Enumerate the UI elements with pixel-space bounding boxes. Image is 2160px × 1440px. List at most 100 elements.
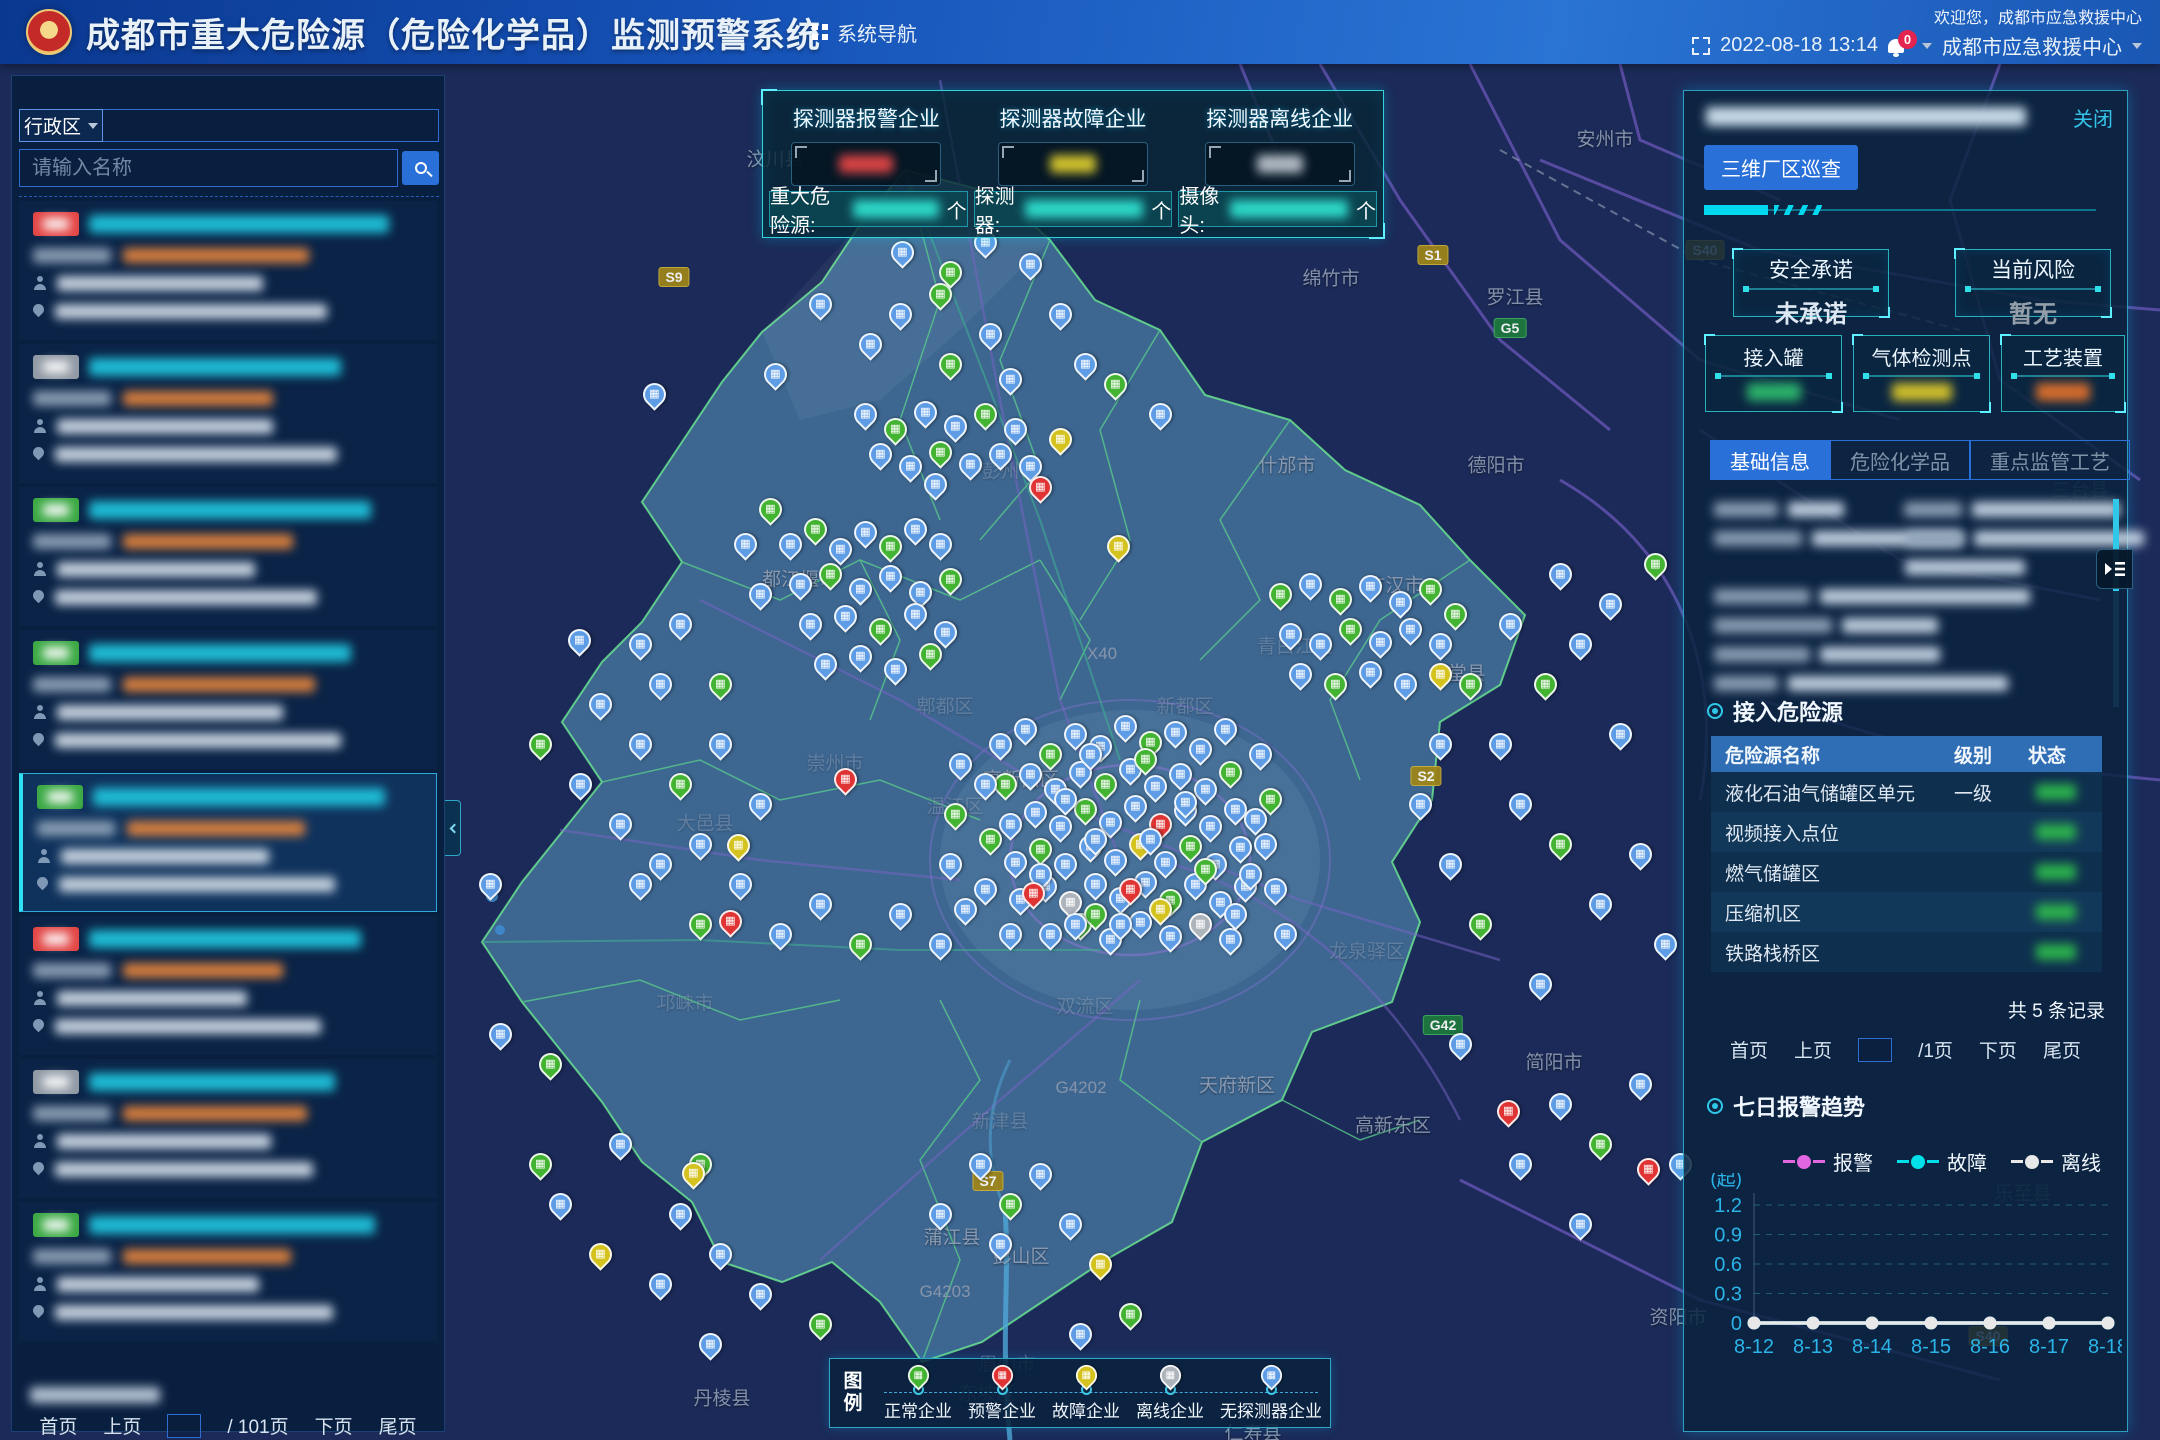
building-icon: ▦ <box>950 809 960 820</box>
legend-item: ▦ 无探测器企业 <box>1220 1364 1322 1422</box>
building-icon: ▦ <box>1080 804 1090 815</box>
building-icon: ▦ <box>815 1319 825 1330</box>
building-icon: ▦ <box>1195 744 1205 755</box>
hazard-row[interactable]: 液化石油气储罐区单元一级 <box>1711 772 2102 812</box>
radio-bullet-icon <box>1707 1098 1723 1114</box>
3d-patrol-button[interactable]: 三维厂区巡查 <box>1704 145 1858 190</box>
map-label: 新津县 <box>971 1107 1028 1134</box>
search-icon <box>415 162 427 174</box>
chart-legend-item[interactable]: 离线 <box>2011 1147 2101 1176</box>
panel-expand-button[interactable] <box>2096 549 2133 589</box>
building-icon: ▦ <box>495 1029 505 1040</box>
panel-pagination: 首页 上页 /1页 下页 尾页 <box>1684 1036 2127 1063</box>
region-select[interactable]: 行政区 <box>19 109 103 142</box>
company-card[interactable] <box>19 916 437 1055</box>
hazard-table-header: 危险源名称 级别 状态 <box>1711 736 2102 772</box>
chevron-down-icon[interactable] <box>1922 43 1932 49</box>
company-card[interactable] <box>19 630 437 769</box>
sidebar-collapse-tab[interactable] <box>445 800 461 856</box>
page-input[interactable] <box>1858 1038 1892 1062</box>
user-name[interactable]: 成都市应急救援中心 <box>1942 31 2122 60</box>
building-icon: ▦ <box>1400 679 1410 690</box>
header-right: 欢迎您，成都市应急救援中心 2022-08-18 13:14 0 成都市应急救援… <box>1692 4 2142 60</box>
building-icon: ▦ <box>1090 909 1100 920</box>
svg-text:8-12: 8-12 <box>1734 1336 1774 1358</box>
page-prev[interactable]: 上页 <box>103 1412 141 1439</box>
building-icon: ▦ <box>935 1209 945 1220</box>
building-icon: ▦ <box>1130 801 1140 812</box>
building-icon: ▦ <box>840 611 850 622</box>
location-icon <box>33 304 45 319</box>
tab-0[interactable]: 基础信息 <box>1710 440 1830 480</box>
page-last[interactable]: 尾页 <box>379 1412 417 1439</box>
close-button[interactable]: 关闭 <box>2073 103 2113 132</box>
building-icon: ▦ <box>1260 839 1270 850</box>
building-icon: ▦ <box>1245 869 1255 880</box>
building-icon: ▦ <box>733 840 743 851</box>
page-next[interactable]: 下页 <box>1979 1036 2017 1063</box>
building-icon: ▦ <box>1555 839 1565 850</box>
hazard-row[interactable]: 压缩机区 <box>1711 892 2102 932</box>
tab-2[interactable]: 重点监管工艺 <box>1970 440 2130 480</box>
building-icon: ▦ <box>1200 864 1210 875</box>
legend-title: 图 例 <box>830 1371 876 1415</box>
map-label: 什邡市 <box>1258 451 1315 478</box>
building-icon: ▦ <box>1505 619 1515 630</box>
hazard-row[interactable]: 燃气储罐区 <box>1711 852 2102 892</box>
building-icon: ▦ <box>615 819 625 830</box>
record-count: 共 5 条记录 <box>2008 996 2105 1023</box>
fullscreen-icon[interactable] <box>1692 37 1710 55</box>
hazard-row[interactable]: 铁路栈桥区 <box>1711 932 2102 972</box>
page-total: /1页 <box>1918 1036 1953 1063</box>
search-button[interactable] <box>402 151 439 185</box>
company-card[interactable] <box>19 1059 437 1198</box>
hazard-row[interactable]: 视频接入点位 <box>1711 812 2102 852</box>
building-icon: ▦ <box>925 649 935 660</box>
mini-stat-2: 工艺装置 <box>2001 335 2125 412</box>
bell-icon[interactable]: 0 <box>1888 39 1904 53</box>
company-card[interactable] <box>19 344 437 483</box>
company-card[interactable] <box>19 773 437 912</box>
page-input[interactable] <box>167 1414 201 1438</box>
road-shield: S2 <box>1410 766 1441 786</box>
page-last[interactable]: 尾页 <box>2043 1036 2081 1063</box>
page-title: 成都市重大危险源（危险化学品）监测预警系统 <box>86 8 821 57</box>
divider <box>1966 288 2100 290</box>
building-icon: ▦ <box>920 407 930 418</box>
svg-text:8-14: 8-14 <box>1852 1336 1892 1358</box>
building-icon: ▦ <box>725 916 735 927</box>
legend-item: ▦ 正常企业 <box>884 1364 952 1422</box>
basic-info-blurred <box>1714 501 2096 704</box>
building-icon: ▦ <box>1060 859 1070 870</box>
building-icon: ▦ <box>1270 884 1280 895</box>
map-label: 大邑县 <box>676 809 733 836</box>
tab-1[interactable]: 危险化学品 <box>1830 440 1970 480</box>
building-icon: ▦ <box>1135 917 1145 928</box>
company-card[interactable] <box>19 201 437 340</box>
map-pin-icon: ▦ <box>1071 1361 1101 1391</box>
building-icon: ▦ <box>965 459 975 470</box>
search-input[interactable] <box>19 149 398 187</box>
map-pin-icon: ▦ <box>1256 1361 1286 1391</box>
system-nav-button[interactable]: 系统导航 <box>812 0 917 64</box>
building-icon: ▦ <box>1265 794 1275 805</box>
building-icon: ▦ <box>770 369 780 380</box>
building-icon: ▦ <box>960 904 970 915</box>
page-next[interactable]: 下页 <box>315 1412 353 1439</box>
current-risk-box: 当前风险 暂无 <box>1955 249 2111 317</box>
company-card[interactable] <box>19 487 437 626</box>
stat-card: 探测器报警企业 <box>763 91 970 191</box>
page-first[interactable]: 首页 <box>39 1412 77 1439</box>
page-prev[interactable]: 上页 <box>1794 1036 1832 1063</box>
page-first[interactable]: 首页 <box>1730 1036 1768 1063</box>
scrollbar[interactable] <box>2113 499 2119 707</box>
chart-legend-item[interactable]: 报警 <box>1783 1147 1873 1176</box>
building-icon: ▦ <box>1275 589 1285 600</box>
chevron-down-icon[interactable] <box>2132 43 2142 49</box>
building-icon: ▦ <box>688 1168 698 1179</box>
company-card[interactable] <box>19 1202 437 1341</box>
building-icon: ▦ <box>1535 979 1545 990</box>
chart-legend-item[interactable]: 故障 <box>1897 1147 1987 1176</box>
status-badge <box>33 641 79 665</box>
building-icon: ▦ <box>615 1139 625 1150</box>
